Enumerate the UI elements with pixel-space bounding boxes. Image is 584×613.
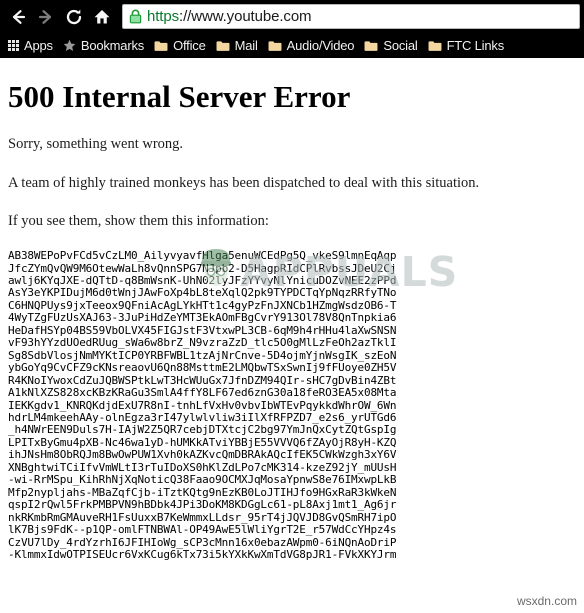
url-text: https://www.youtube.com bbox=[147, 8, 312, 25]
bookmark-label: Social bbox=[383, 38, 418, 53]
browser-chrome: https://www.youtube.com Apps Bookmarks O… bbox=[0, 0, 584, 58]
bookmark-label: Apps bbox=[24, 38, 53, 53]
forward-button[interactable] bbox=[32, 3, 60, 31]
bookmark-apps[interactable]: Apps bbox=[3, 35, 58, 56]
bookmark-bookmarks[interactable]: Bookmarks bbox=[58, 35, 149, 56]
home-button[interactable] bbox=[88, 3, 116, 31]
bookmark-office[interactable]: Office bbox=[149, 35, 211, 56]
back-button[interactable] bbox=[4, 3, 32, 31]
home-icon bbox=[94, 9, 110, 23]
folder-icon bbox=[268, 40, 282, 52]
bookmark-social[interactable]: Social bbox=[359, 35, 422, 56]
address-bar[interactable]: https://www.youtube.com bbox=[122, 4, 580, 29]
star-icon bbox=[63, 39, 76, 52]
bookmark-label: Mail bbox=[234, 38, 258, 53]
back-arrow-icon bbox=[12, 9, 26, 24]
page-title: 500 Internal Server Error bbox=[8, 79, 351, 114]
wsxdn-watermark: wsxdn.com bbox=[516, 594, 577, 608]
url-scheme: https bbox=[147, 8, 180, 25]
bookmark-label: Audio/Video bbox=[286, 38, 355, 53]
error-paragraph-3: If you see them, show them this informat… bbox=[8, 213, 269, 230]
folder-icon bbox=[428, 40, 442, 52]
bookmark-ftc-links[interactable]: FTC Links bbox=[423, 35, 509, 56]
error-page-content: 500 Internal Server Error Sorry, somethi… bbox=[0, 58, 584, 613]
apps-grid-icon bbox=[8, 40, 19, 51]
bookmarks-bar: Apps Bookmarks Office Mail Audio/Video S… bbox=[0, 33, 584, 58]
url-host-path: ://www.youtube.com bbox=[179, 8, 312, 25]
folder-icon bbox=[364, 40, 378, 52]
bookmark-audio-video[interactable]: Audio/Video bbox=[263, 35, 360, 56]
bookmark-label: Bookmarks bbox=[80, 38, 145, 53]
reload-icon bbox=[66, 9, 82, 24]
browser-toolbar: https://www.youtube.com bbox=[0, 0, 584, 33]
bookmark-mail[interactable]: Mail bbox=[211, 35, 263, 56]
error-paragraph-1: Sorry, something went wrong. bbox=[8, 136, 184, 153]
error-paragraph-2: A team of highly trained monkeys has bee… bbox=[8, 174, 480, 191]
bookmark-label: Office bbox=[173, 38, 206, 53]
reload-button[interactable] bbox=[60, 3, 88, 31]
error-code-block: AB38WEPoPvFCd5vCzLM0_AilyvyavfHlga5enuWC… bbox=[8, 249, 397, 561]
forward-arrow-icon bbox=[38, 9, 52, 24]
folder-icon bbox=[154, 40, 168, 52]
bookmark-label: FTC Links bbox=[446, 38, 505, 53]
lock-icon bbox=[129, 9, 142, 24]
folder-icon bbox=[216, 40, 230, 52]
